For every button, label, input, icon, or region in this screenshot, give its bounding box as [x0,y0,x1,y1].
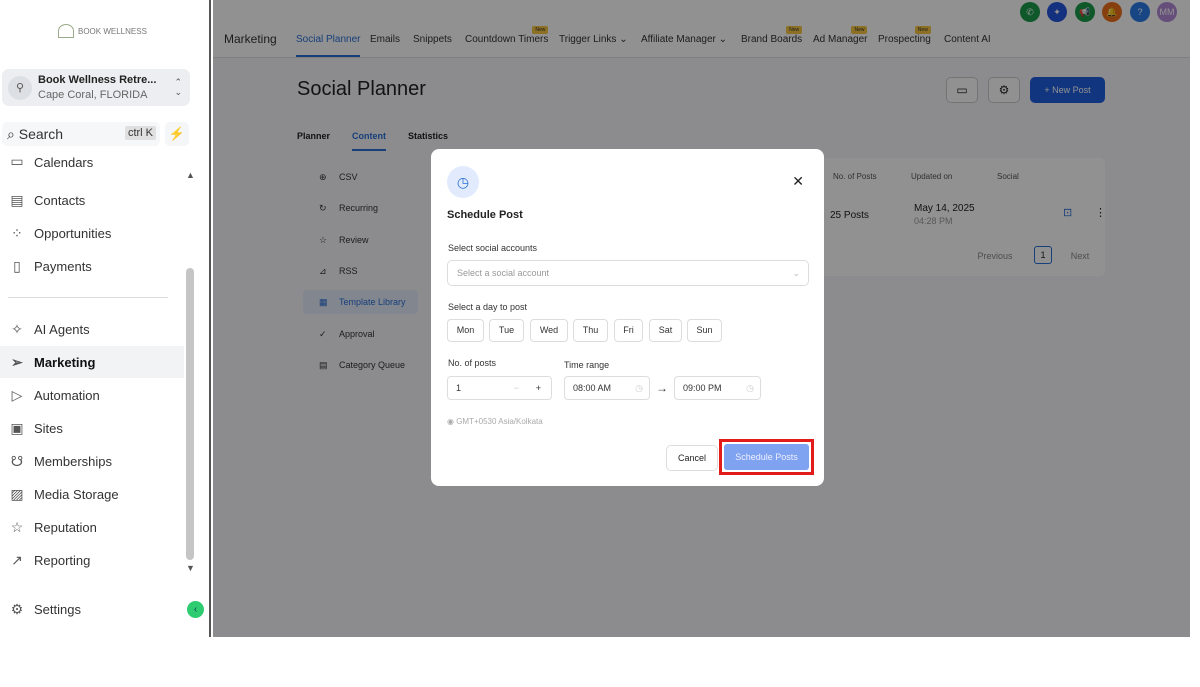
contacts-icon: ▤ [10,191,24,208]
automation-icon: ▷ [11,386,23,403]
logo-text: BOOK WELLNESS [78,26,147,36]
send-icon: ➢ [11,353,23,370]
close-icon[interactable]: ✕ [792,173,804,190]
sidebar-item-reputation[interactable]: ☆ Reputation [0,511,184,543]
sidebar-scrollbar[interactable] [186,268,194,560]
sparkle-icon: ✧ [11,320,23,337]
nav-label: Opportunities [34,225,112,241]
day-mon[interactable]: Mon [447,319,484,342]
schedule-posts-button[interactable]: Schedule Posts [724,444,809,470]
sidebar-item-memberships[interactable]: ☋ Memberships [0,445,184,477]
collapse-sidebar-button[interactable]: ‹ [187,601,204,618]
time-from-input[interactable]: 08:00 AM ◷ [564,376,650,400]
sidebar-item-marketing[interactable]: ➢ Marketing [0,346,184,378]
scroll-up-icon[interactable]: ▲ [186,170,195,180]
clock-icon: ◷ [635,383,643,393]
sidebar-item-automation[interactable]: ▷ Automation [0,379,184,411]
cancel-button[interactable]: Cancel [666,445,718,471]
star-icon: ☆ [10,518,24,535]
day-wed[interactable]: Wed [530,319,568,342]
social-account-select[interactable]: Select a social account ⌄ [447,260,809,286]
location-icon: ⚲ [8,75,32,100]
posts-stepper[interactable]: 1 − + [447,376,552,400]
nav-label: Marketing [34,354,96,370]
clock-icon: ◷ [746,383,754,393]
brand-logo: BOOK WELLNESS [58,24,147,38]
payments-icon: ▯ [13,257,21,274]
nav-label: Reporting [34,552,91,568]
time-to: 09:00 PM [683,383,722,393]
time-to-input[interactable]: 09:00 PM ◷ [674,376,761,400]
time-from: 08:00 AM [573,383,612,393]
calendar-icon: ▭ [10,153,24,169]
schedule-posts-highlight: Schedule Posts [719,439,814,475]
sidebar-item-opportunities[interactable]: ⁘ Opportunities [0,217,184,249]
sites-icon: ▣ [10,419,24,436]
chart-icon: ↗ [11,551,23,568]
schedule-post-modal: ◷ ✕ Schedule Post Select social accounts… [431,149,824,486]
location-name: Book Wellness Retre... [38,74,157,86]
search-label: Search [18,126,64,142]
nav-label: Reputation [34,519,97,535]
sidebar-item-payments[interactable]: ▯ Payments [0,250,184,282]
select-placeholder: Select a social account [457,268,550,278]
nav-label: Memberships [34,453,113,469]
sidebar-item-ai-agents[interactable]: ✧ AI Agents [0,313,184,345]
decrement-button[interactable]: − [514,377,519,399]
day-thu[interactable]: Thu [573,319,608,342]
day-label: Select a day to post [448,302,528,312]
search-input[interactable]: ⌕ Search ctrl K [2,122,160,146]
nav-label: Sites [34,420,63,436]
nav-label: Settings [34,601,81,617]
modal-title: Schedule Post [447,209,523,221]
location-sub: Cape Coral, FLORIDA [38,89,148,101]
arrow-right-icon: → [656,381,668,395]
search-icon: ⌕ [7,125,19,142]
quick-action-button[interactable]: ⚡ [165,122,189,146]
nav-label: AI Agents [34,321,90,337]
day-fri[interactable]: Fri [614,319,643,342]
posts-value: 1 [456,383,462,393]
membership-icon: ☋ [10,452,24,469]
shortcut-badge: ctrl K [124,126,156,140]
sidebar: BOOK WELLNESS ⚲ Book Wellness Retre... Ca… [0,0,211,637]
increment-button[interactable]: + [536,377,541,399]
nav-label: Automation [34,387,100,403]
sidebar-item-contacts[interactable]: ▤ Contacts [0,184,184,216]
divider [8,297,168,298]
sidebar-item-settings[interactable]: ⚙ Settings [0,593,184,625]
image-icon: ▨ [10,485,24,502]
chevron-updown-icon: ⌃ ⌄ [174,77,182,97]
nav-label: Calendars [34,155,94,170]
nav-label: Payments [34,258,92,274]
gear-icon: ⚙ [10,600,24,617]
scroll-down-icon[interactable]: ▼ [186,563,195,573]
sidebar-item-media-storage[interactable]: ▨ Media Storage [0,478,184,510]
nav-label: Contacts [34,192,86,208]
location-switcher[interactable]: ⚲ Book Wellness Retre... Cape Coral, FLOR… [2,69,190,106]
opportunities-icon: ⁘ [11,224,23,241]
day-sat[interactable]: Sat [649,319,682,342]
timezone-text: GMT+0530 Asia/Kolkata [456,417,543,426]
time-range-label: Time range [564,360,610,370]
timezone: ◉ GMT+0530 Asia/Kolkata [447,417,543,426]
globe-icon: ◉ [447,417,457,426]
sidebar-item-reporting[interactable]: ↗ Reporting [0,544,184,576]
posts-label: No. of posts [448,358,497,368]
sidebar-item-sites[interactable]: ▣ Sites [0,412,184,444]
sidebar-item-calendars[interactable]: ▭ Calendars [0,152,184,170]
accounts-label: Select social accounts [448,243,538,253]
day-sun[interactable]: Sun [687,319,722,342]
chevron-down-icon: ⌄ [792,268,800,278]
nav-label: Media Storage [34,486,119,502]
clock-icon: ◷ [447,166,479,198]
day-tue[interactable]: Tue [489,319,524,342]
